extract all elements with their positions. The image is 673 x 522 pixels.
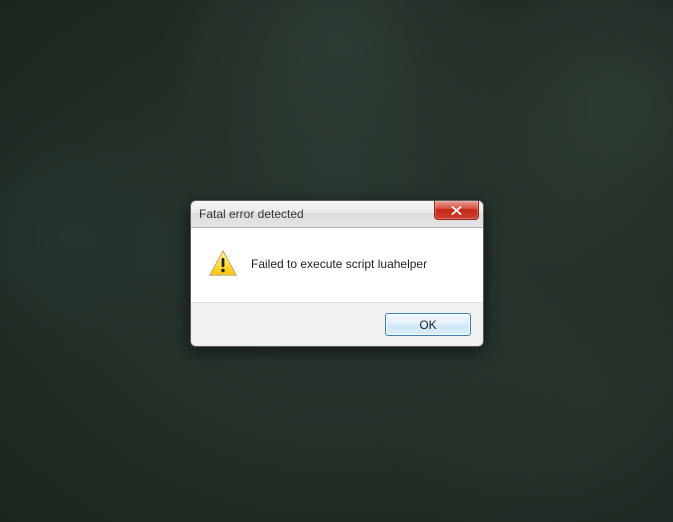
dialog-title: Fatal error detected bbox=[199, 207, 304, 221]
error-message: Failed to execute script luahelper bbox=[251, 257, 427, 271]
close-icon bbox=[451, 206, 462, 215]
dialog-content: Failed to execute script luahelper bbox=[191, 228, 483, 302]
error-dialog: Fatal error detected Failed to execute s… bbox=[190, 200, 484, 347]
dialog-button-bar: OK bbox=[191, 302, 483, 346]
warning-icon bbox=[207, 248, 239, 280]
close-button[interactable] bbox=[434, 201, 479, 220]
ok-button[interactable]: OK bbox=[385, 313, 471, 336]
dialog-titlebar[interactable]: Fatal error detected bbox=[191, 201, 483, 228]
